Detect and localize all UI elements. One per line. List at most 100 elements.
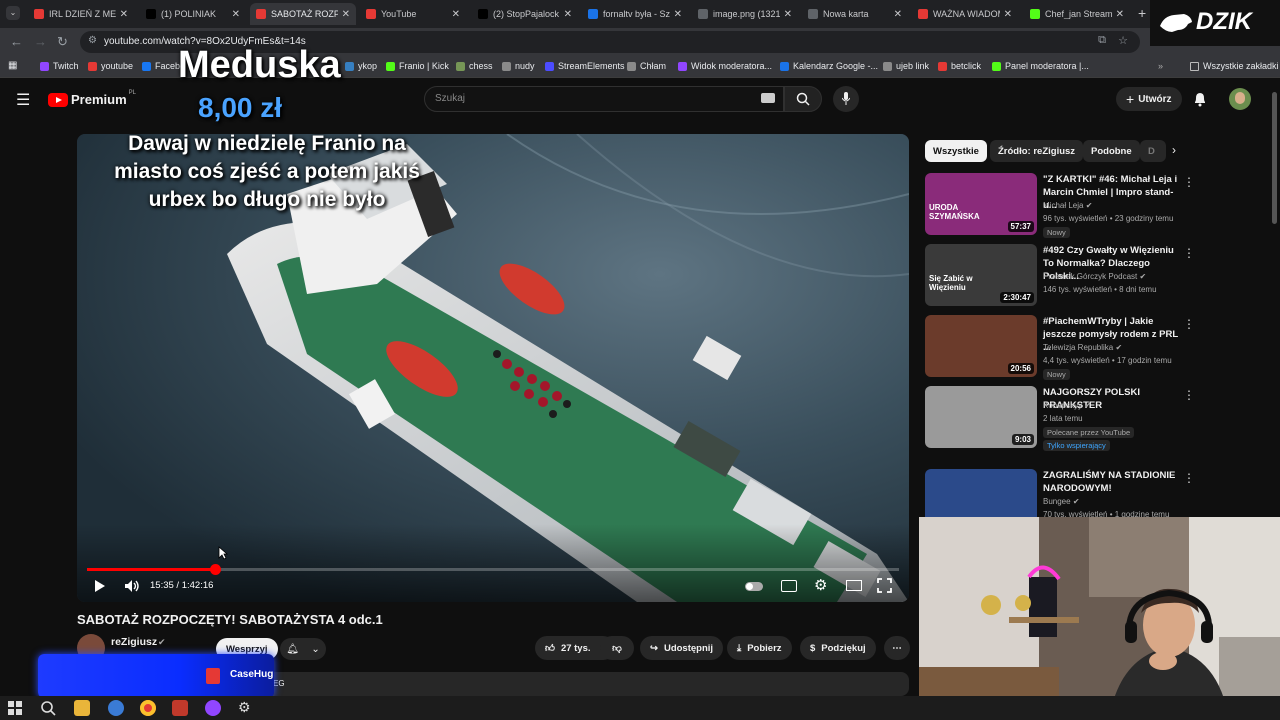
browser-tab[interactable]: Nowa karta ✕ <box>802 3 908 25</box>
browser-tab[interactable]: fornaltv była - Sz ✕ <box>582 3 688 25</box>
fullscreen-icon[interactable] <box>877 578 892 593</box>
bookmarks-overflow-icon[interactable]: » <box>1158 61 1163 71</box>
more-vert-icon[interactable]: ⋮ <box>1183 317 1195 331</box>
download-button[interactable]: ⤓ Pobierz <box>727 636 792 660</box>
close-tab-icon[interactable]: ✕ <box>674 9 682 20</box>
browser-tab[interactable]: image.png (1321 ✕ <box>692 3 798 25</box>
volume-icon[interactable] <box>124 579 140 593</box>
filter-chip[interactable]: Źródło: reZigiusz <box>990 140 1084 162</box>
dislike-button[interactable]: 👎︎ <box>600 636 634 660</box>
more-vert-icon[interactable]: ⋮ <box>1183 388 1195 402</box>
reload-icon[interactable]: ↻ <box>57 34 68 50</box>
settings-icon[interactable]: ⚙ <box>238 699 251 716</box>
bookmark-item[interactable]: nudy <box>502 61 535 71</box>
browser-tab[interactable]: (1) POLINIAK ✕ <box>140 3 246 25</box>
new-tab-button[interactable]: + <box>1138 5 1146 21</box>
close-tab-icon[interactable]: ✕ <box>784 9 792 20</box>
bookmark-item[interactable]: ykop <box>345 61 377 71</box>
browser-tab[interactable]: Chef_jan Stream ✕ <box>1024 3 1130 25</box>
bookmark-item[interactable]: Twitch <box>40 61 79 71</box>
keyboard-icon[interactable] <box>761 93 775 103</box>
recommended-video[interactable]: URODA SZYMAŃSKA 57:37 "Z KARTKI" #46: Mich… <box>925 173 1255 239</box>
bookmark-item[interactable]: chess <box>456 61 493 71</box>
forward-icon[interactable]: → <box>34 34 47 49</box>
recommended-video[interactable]: 9:03 NAJGORSZY POLSKI PRANKSTER Konopskyy … <box>925 386 1255 452</box>
bookmark-item[interactable]: Chłam <box>627 61 666 71</box>
progress-bar[interactable] <box>87 564 899 575</box>
install-app-icon[interactable]: ⧉ <box>1098 34 1106 47</box>
discord-icon[interactable] <box>205 700 221 716</box>
create-button[interactable]: + Utwórz <box>1116 87 1182 111</box>
close-tab-icon[interactable]: ✕ <box>342 9 350 20</box>
browser-tab[interactable]: SABOTAŻ ROZPO ✕ <box>250 3 356 25</box>
close-tab-icon[interactable]: ✕ <box>232 9 240 20</box>
search-input[interactable]: Szukaj <box>424 86 784 112</box>
tab-search-button[interactable]: ⌄ <box>6 6 20 20</box>
recommended-channel[interactable]: Michał Leja <box>1043 201 1083 210</box>
site-info-icon[interactable]: ⚙ <box>88 35 97 46</box>
obs-icon[interactable] <box>172 700 188 716</box>
bookmark-item[interactable]: youtube <box>88 61 133 71</box>
close-tab-icon[interactable]: ✕ <box>564 9 572 20</box>
close-tab-icon[interactable]: ✕ <box>452 9 460 20</box>
all-bookmarks-folder[interactable]: Wszystkie zakładki <box>1190 61 1279 71</box>
channel-name[interactable]: reZigiusz <box>111 636 157 648</box>
filter-chip[interactable]: D <box>1140 140 1166 162</box>
close-tab-icon[interactable]: ✕ <box>1116 9 1124 20</box>
more-actions-button[interactable]: ⋯ <box>884 636 910 660</box>
chips-next-icon[interactable]: › <box>1172 143 1176 157</box>
recommended-channel[interactable]: Konopskyy <box>1043 401 1082 410</box>
recommended-channel[interactable]: Bungee <box>1043 497 1071 506</box>
bookmark-item[interactable]: Kalendarz Google -... <box>780 61 878 71</box>
bookmark-item[interactable]: Panel moderatora |... <box>992 61 1089 71</box>
close-tab-icon[interactable]: ✕ <box>894 9 902 20</box>
close-tab-icon[interactable]: ✕ <box>120 9 128 20</box>
avatar[interactable] <box>1229 88 1251 110</box>
recommended-video[interactable]: 20:56 #PiachemWTryby | Jakie jeszcze pomy… <box>925 315 1255 381</box>
recommended-video-title[interactable]: ZAGRALIŚMY NA STADIONIE NARODOWYM! <box>1043 469 1183 495</box>
browser-tab[interactable]: (2) StopPajalock ✕ <box>472 3 578 25</box>
video-thumbnail[interactable]: 9:03 <box>925 386 1037 448</box>
browser-tab[interactable]: IRL DZIEŃ Z MED ✕ <box>28 3 134 25</box>
filter-chip[interactable]: Podobne <box>1083 140 1140 162</box>
recommended-channel[interactable]: Przemek Górczyk Podcast <box>1043 272 1137 281</box>
settings-gear-icon[interactable]: ⚙ <box>814 576 827 594</box>
video-player[interactable]: Dawaj w niedzielę Franio na miasto coś z… <box>77 134 909 602</box>
share-button[interactable]: ↪ Udostępnij <box>640 636 724 660</box>
browser-tab[interactable]: WAŻNA WIADOM ✕ <box>912 3 1018 25</box>
file-explorer-icon[interactable] <box>74 700 90 716</box>
subtitles-icon[interactable] <box>781 580 797 592</box>
bookmark-item[interactable]: Widok moderatora... <box>678 61 772 71</box>
filter-chip[interactable]: Wszystkie <box>925 140 987 162</box>
bookmark-item[interactable]: StreamElements <box>545 61 625 71</box>
page-scrollbar[interactable] <box>1272 92 1277 224</box>
bookmark-star-icon[interactable]: ☆ <box>1118 34 1128 47</box>
close-tab-icon[interactable]: ✕ <box>1004 9 1012 20</box>
voice-search-button[interactable] <box>833 86 859 112</box>
more-vert-icon[interactable]: ⋮ <box>1183 471 1195 485</box>
taskbar-app-icon[interactable] <box>108 700 124 716</box>
thanks-button[interactable]: $ Podziękuj <box>800 636 876 660</box>
video-thumbnail[interactable]: 20:56 <box>925 315 1037 377</box>
video-thumbnail[interactable]: Się Zabić w Więzieniu 2:30:47 <box>925 244 1037 306</box>
youtube-premium-logo[interactable]: Premium PL <box>48 90 136 107</box>
bookmark-item[interactable]: betclick <box>938 61 981 71</box>
play-icon[interactable] <box>94 579 106 593</box>
bookmark-item[interactable]: Franio | Kick <box>386 61 449 71</box>
autoplay-toggle[interactable] <box>745 582 763 591</box>
subscription-bell-button[interactable]: 🔔︎ ⌄ <box>280 638 326 660</box>
search-button[interactable] <box>784 86 822 112</box>
more-vert-icon[interactable]: ⋮ <box>1183 175 1195 189</box>
more-vert-icon[interactable]: ⋮ <box>1183 246 1195 260</box>
windows-start-icon[interactable] <box>8 701 22 715</box>
apps-icon[interactable]: ▦ <box>8 60 17 71</box>
menu-icon[interactable]: ☰ <box>16 90 30 110</box>
notifications-bell-icon[interactable] <box>1193 91 1207 107</box>
taskbar-search-icon[interactable] <box>40 700 56 716</box>
video-thumbnail[interactable]: URODA SZYMAŃSKA 57:37 <box>925 173 1037 235</box>
recommended-video[interactable]: Się Zabić w Więzieniu 2:30:47 #492 Czy Gwa… <box>925 244 1255 310</box>
back-icon[interactable]: ← <box>10 34 23 49</box>
bookmark-item[interactable]: ujeb link <box>883 61 929 71</box>
browser-tab[interactable]: YouTube ✕ <box>360 3 466 25</box>
recommended-channel[interactable]: Telewizja Republika <box>1043 343 1113 352</box>
